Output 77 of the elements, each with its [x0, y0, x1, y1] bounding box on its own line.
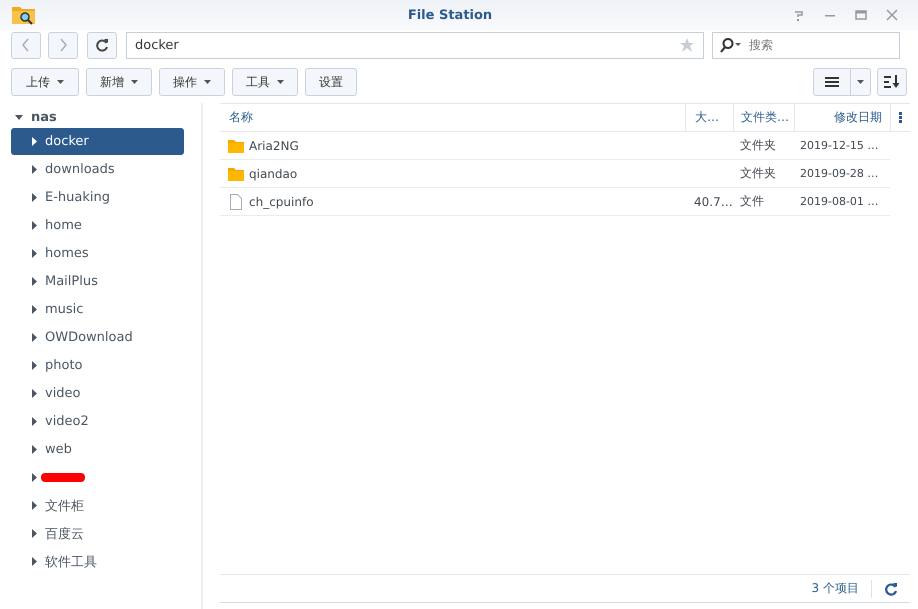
expand-arrow-icon[interactable]	[32, 417, 37, 426]
table-cell: 文件夹	[740, 165, 776, 182]
column-header[interactable]: 名称	[220, 104, 685, 131]
expand-arrow-icon[interactable]	[32, 333, 37, 342]
folder-tree-item[interactable]: MailPlus	[11, 268, 184, 295]
expand-arrow-icon[interactable]	[32, 501, 37, 510]
redaction-mark	[41, 473, 85, 482]
toolbar-button[interactable]: 工具	[232, 68, 298, 96]
expand-arrow-icon[interactable]	[32, 221, 37, 230]
folder-tree-item[interactable]: home	[11, 212, 184, 239]
folder-tree-item[interactable]: OWDownload	[11, 324, 184, 351]
table-cell: 文件夹	[740, 137, 776, 154]
collapse-arrow-icon[interactable]	[15, 113, 23, 121]
folder-tree-item[interactable]: music	[11, 296, 184, 323]
refresh-icon[interactable]	[884, 582, 898, 596]
table-cell: 2019-12-15 …	[800, 139, 878, 152]
folder-tree-item[interactable]: video2	[11, 408, 184, 435]
expand-arrow-icon[interactable]	[32, 361, 37, 370]
caret-icon	[857, 80, 864, 84]
column-header[interactable]: 文件类…	[733, 104, 794, 131]
folder-tree-item[interactable]: 文件柜	[11, 492, 184, 519]
chevron-left-icon	[21, 38, 31, 52]
view-mode-button[interactable]	[813, 68, 871, 96]
folder-tree-item[interactable]: web	[11, 436, 184, 463]
refresh-button[interactable]	[87, 32, 117, 58]
column-header[interactable]: 大…	[685, 104, 733, 131]
star-icon[interactable]	[679, 36, 695, 52]
folder-tree-item[interactable]: docker	[11, 128, 184, 155]
sort-button[interactable]	[877, 68, 907, 96]
window-title: File Station	[406, 8, 494, 22]
file-icon	[228, 194, 244, 210]
file-name[interactable]: qiandao	[249, 166, 298, 180]
file-name[interactable]: ch_cpuinfo	[249, 194, 314, 208]
table-cell: 2019-09-28 …	[800, 167, 878, 180]
chevron-right-icon	[58, 38, 68, 52]
toolbar-button[interactable]: 设置	[305, 68, 357, 96]
tree-root[interactable]: nas	[0, 106, 201, 128]
expand-arrow-icon[interactable]	[32, 557, 37, 566]
sort-icon	[884, 75, 900, 89]
search-icon[interactable]	[719, 36, 743, 52]
close-icon[interactable]	[886, 9, 898, 21]
refresh-icon	[95, 38, 109, 52]
expand-arrow-icon[interactable]	[32, 137, 37, 146]
toolbar-button[interactable]: 新增	[86, 68, 152, 96]
toolbar-button[interactable]: 操作	[159, 68, 225, 96]
search-field[interactable]: 搜索	[712, 32, 900, 58]
expand-arrow-icon[interactable]	[32, 305, 37, 314]
list-icon	[825, 76, 839, 88]
expand-arrow-icon[interactable]	[32, 445, 37, 454]
expand-arrow-icon[interactable]	[32, 529, 37, 538]
expand-arrow-icon[interactable]	[32, 389, 37, 398]
expand-arrow-icon[interactable]	[32, 165, 37, 174]
expand-arrow-icon[interactable]	[32, 277, 37, 286]
column-header[interactable]: 修改日期	[794, 104, 890, 131]
table-cell: 文件	[740, 193, 764, 210]
table-cell: 2019-08-01 …	[800, 195, 878, 208]
folder-tree-item[interactable]: photo	[11, 352, 184, 379]
folder-tree-item[interactable]: 软件工具	[11, 548, 184, 575]
file-name[interactable]: Aria2NG	[249, 138, 299, 152]
folder-icon	[228, 138, 244, 154]
folder-tree-item[interactable]: video	[11, 380, 184, 407]
folder-tree-item[interactable]: 百度云	[11, 520, 184, 547]
expand-arrow-icon[interactable]	[32, 249, 37, 258]
table-cell: 40.7…	[694, 194, 733, 208]
maximize-icon[interactable]	[855, 9, 867, 21]
path-field[interactable]: docker	[126, 32, 704, 58]
column-menu-icon[interactable]	[899, 112, 902, 123]
folder-icon	[228, 166, 244, 182]
folder-tree-item[interactable]: E-huaking	[11, 184, 184, 211]
expand-arrow-icon[interactable]	[32, 473, 37, 482]
item-count: 3 个项目	[812, 580, 859, 597]
folder-search-icon	[11, 4, 37, 26]
expand-arrow-icon[interactable]	[32, 193, 37, 202]
folder-tree-item[interactable]: downloads	[11, 156, 184, 183]
help-icon[interactable]	[793, 9, 805, 21]
toolbar-button[interactable]: 上传	[11, 68, 79, 96]
folder-tree-item[interactable]: homes	[11, 240, 184, 267]
